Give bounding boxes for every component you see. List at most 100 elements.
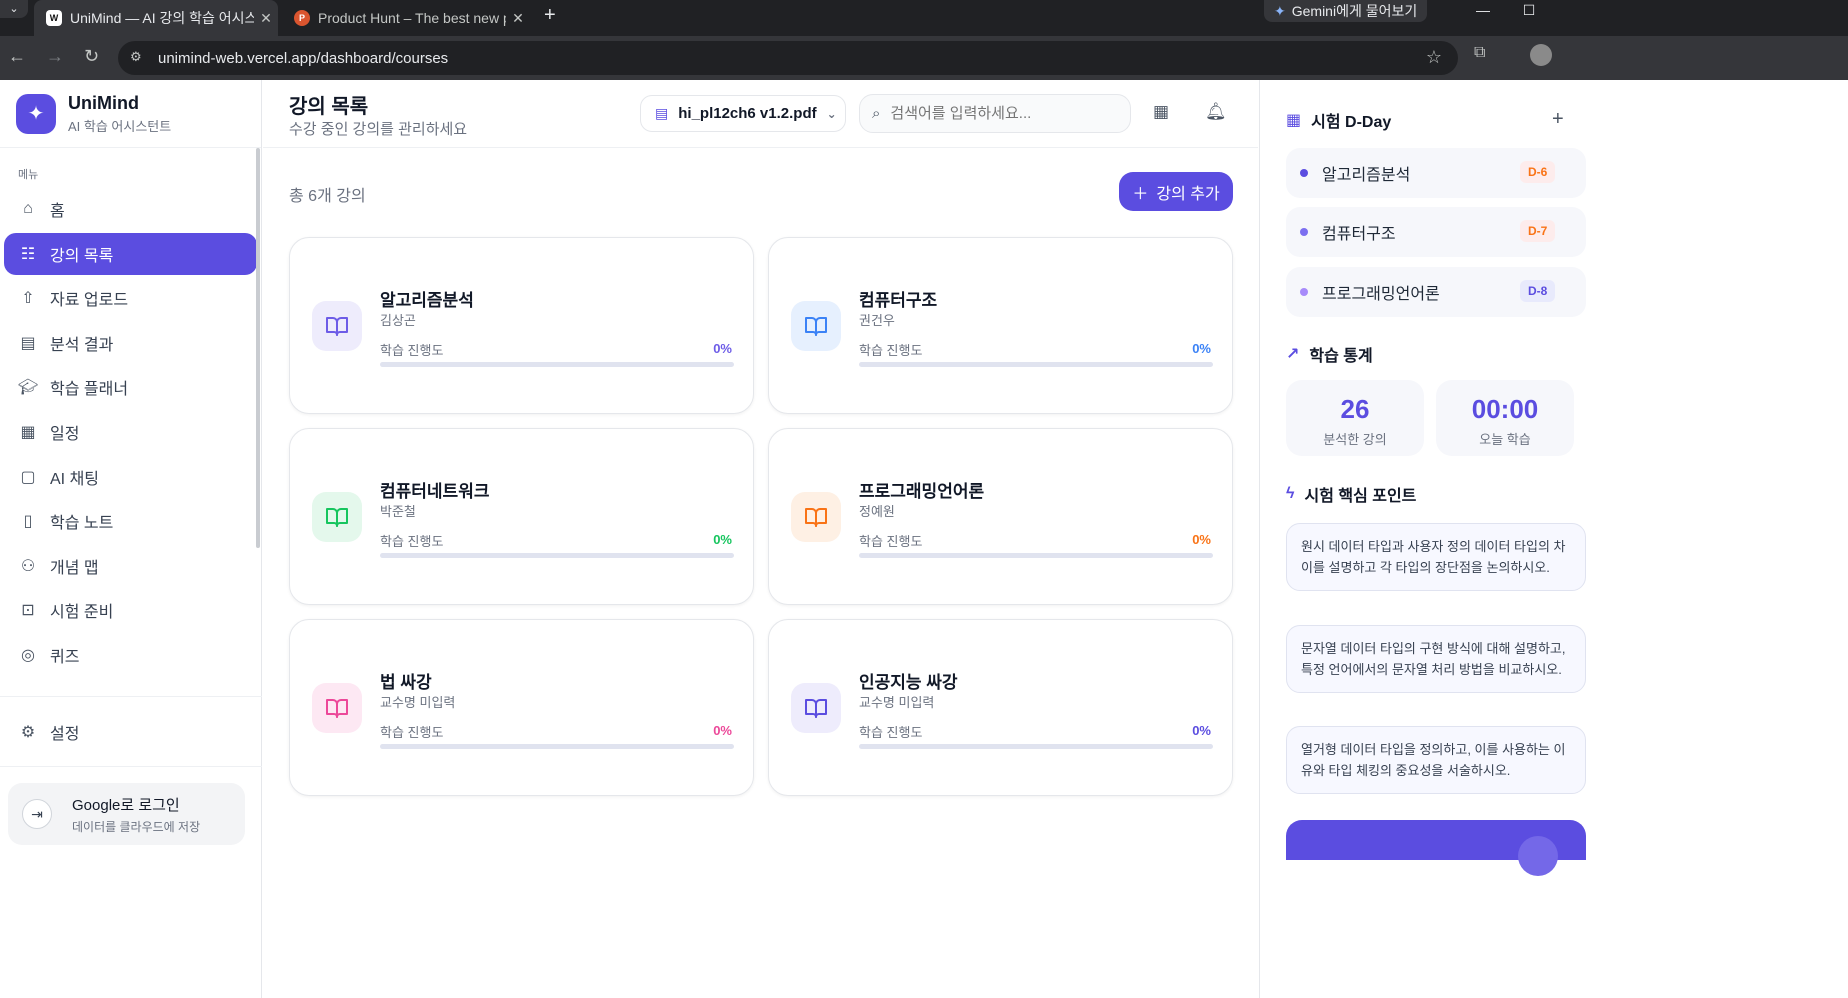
keypoint-card[interactable]: 열거형 데이터 타입을 정의하고, 이를 사용하는 이유와 타입 체킹의 중요성… <box>1286 726 1586 794</box>
stat-card: 00:00 오늘 학습 <box>1436 380 1574 456</box>
target-icon: ◎ <box>21 646 35 664</box>
dday-item[interactable]: 컴퓨터구조 D-7 <box>1286 207 1586 257</box>
sidebar-item-ai-chat[interactable]: ▢ AI 채팅 <box>4 456 257 498</box>
gemini-label: Gemini에게 물어보기 <box>1291 3 1418 19</box>
course-card[interactable]: 컴퓨터네트워크 박준철 학습 진행도 0% <box>289 428 754 605</box>
forward-icon[interactable]: → <box>46 46 64 67</box>
bottom-action-button[interactable] <box>1286 820 1586 876</box>
sidebar-item-notes[interactable]: ▯ 학습 노트 <box>4 500 257 542</box>
calendar-icon[interactable]: ▦ <box>1153 102 1169 122</box>
course-card[interactable]: 법 싸강 교수명 미입력 학습 진행도 0% <box>289 619 754 796</box>
address-bar[interactable]: ⚙ unimind-web.vercel.app/dashboard/cours… <box>118 41 1458 75</box>
new-tab-icon[interactable]: + <box>544 4 556 27</box>
keypoint-card[interactable]: 원시 데이터 타입과 사용자 정의 데이터 타입의 차이를 설명하고 각 타입의… <box>1286 523 1586 591</box>
page-header: 강의 목록 수강 중인 강의를 관리하세요 ▤ hi_pl12ch6 v1.2.… <box>263 80 1258 148</box>
sidebar-item-concept-map[interactable]: ⚇ 개념 맵 <box>4 545 257 587</box>
progress-percent: 0% <box>713 532 732 547</box>
browser-tab-producthunt[interactable]: P Product Hunt – The best new products ✕ <box>282 0 530 36</box>
unimind-favicon: W <box>46 10 62 26</box>
add-course-label: 강의 추가 <box>1156 185 1220 203</box>
progress-bar <box>859 362 1213 367</box>
sidebar-item-label: 퀴즈 <box>50 648 80 666</box>
sidebar-item-upload[interactable]: ⇧ 자료 업로드 <box>4 277 257 319</box>
exam-name: 컴퓨터구조 <box>1322 226 1396 243</box>
stat-value: 26 <box>1340 394 1370 424</box>
google-login-button[interactable]: ⇥ Google로 로그인 데이터를 클라우드에 저장 <box>8 783 245 845</box>
course-card[interactable]: 알고리즘분석 김상곤 학습 진행도 0% <box>289 237 754 414</box>
course-card[interactable]: 컴퓨터구조 권건우 학습 진행도 0% <box>768 237 1233 414</box>
progress-percent: 0% <box>1192 532 1211 547</box>
main-content: 강의 목록 수강 중인 강의를 관리하세요 ▤ hi_pl12ch6 v1.2.… <box>263 80 1258 998</box>
upload-icon: ⇧ <box>21 290 35 308</box>
login-subtitle: 데이터를 클라우드에 저장 <box>72 819 201 834</box>
close-icon[interactable]: ✕ <box>254 10 278 27</box>
producthunt-favicon: P <box>294 10 310 26</box>
dday-item[interactable]: 프로그래밍언어론 D-8 <box>1286 267 1586 317</box>
browser-tab-unimind[interactable]: W UniMind — AI 강의 학습 어시스턴트 ✕ <box>34 0 278 36</box>
search-input[interactable] <box>890 105 1111 122</box>
book-icon <box>312 683 362 733</box>
search-icon: ⌕ <box>872 105 881 122</box>
progress-label: 학습 진행도 <box>380 534 444 549</box>
dday-badge: D-7 <box>1520 220 1556 242</box>
page-title: 강의 목록 <box>289 96 369 118</box>
book-icon <box>791 301 841 351</box>
stat-card: 26 분석한 강의 <box>1286 380 1424 456</box>
bell-icon[interactable]: 🔔︎ <box>1205 102 1227 122</box>
maximize-icon[interactable]: ☐ <box>1506 0 1552 22</box>
exam-dot <box>1300 288 1308 296</box>
browser-tabstrip: ⌄ W UniMind — AI 강의 학습 어시스턴트 ✕ P Product… <box>0 0 1848 36</box>
sidebar-item-home[interactable]: ⌂ 홈 <box>4 188 257 230</box>
search-box[interactable]: ⌕ <box>859 94 1131 133</box>
sidebar-item-exam-prep[interactable]: ⊡ 시험 준비 <box>4 589 257 631</box>
right-panel: ▦ 시험 D-Day + 알고리즘분석 D-6 컴퓨터구조 D-7 프로그래밍언… <box>1259 80 1848 998</box>
sidebar-item-quiz[interactable]: ◎ 퀴즈 <box>4 634 257 676</box>
sidebar-menu: ⌂ 홈 ☷ 강의 목록 ⇧ 자료 업로드 ▤ 분석 결과 🎓︎ 학습 플래너 ▦ 일정 ▢ A… <box>0 188 261 676</box>
gear-icon: ⚙ <box>20 724 36 741</box>
dday-item[interactable]: 알고리즘분석 D-6 <box>1286 148 1586 198</box>
brand[interactable]: ✦ UniMind AI 학습 어시스턴트 <box>0 80 261 148</box>
course-title: 컴퓨터네트워크 <box>380 482 490 501</box>
course-card[interactable]: 인공지능 싸강 교수명 미입력 학습 진행도 0% <box>768 619 1233 796</box>
sidebar-item-courses[interactable]: ☷ 강의 목록 <box>4 232 257 275</box>
progress-label: 학습 진행도 <box>380 725 444 740</box>
note-icon: ▯ <box>23 513 33 531</box>
minimize-icon[interactable]: — <box>1460 0 1506 22</box>
sidebar-item-label: 시험 준비 <box>50 604 114 622</box>
exam-name: 알고리즘분석 <box>1322 167 1411 184</box>
brand-name: UniMind <box>68 92 139 113</box>
action-circle-icon <box>1518 836 1558 876</box>
sidebar-item-label: 개념 맵 <box>50 559 99 577</box>
close-icon[interactable]: ✕ <box>506 10 530 27</box>
tab-title: Product Hunt – The best new products <box>318 10 506 26</box>
extensions-icon[interactable]: ⧉ <box>1474 44 1485 62</box>
dday-badge: D-8 <box>1520 280 1556 302</box>
keypoint-card[interactable]: 문자열 데이터 타입의 구현 방식에 대해 설명하고, 특정 언어에서의 문자열… <box>1286 625 1586 693</box>
sidebar-item-label: 자료 업로드 <box>50 292 129 310</box>
bookmark-star-icon[interactable]: ☆ <box>1426 47 1442 68</box>
sidebar-scrollbar[interactable] <box>256 148 260 548</box>
sidebar-item-schedule[interactable]: ▦ 일정 <box>4 411 257 453</box>
sidebar-item-settings[interactable]: ⚙ 설정 <box>4 711 258 753</box>
sidebar: ✦ UniMind AI 학습 어시스턴트 메뉴 ⌂ 홈 ☷ 강의 목록 ⇧ 자료 업… <box>0 80 262 998</box>
reload-icon[interactable]: ↻ <box>84 46 99 67</box>
course-card[interactable]: 프로그래밍언어론 정예원 학습 진행도 0% <box>768 428 1233 605</box>
sidebar-item-analysis[interactable]: ▤ 분석 결과 <box>4 322 257 364</box>
site-info-icon[interactable]: ⚙ <box>130 49 142 65</box>
sparkle-logo-icon: ✦ <box>16 93 56 134</box>
progress-label: 학습 진행도 <box>859 343 923 358</box>
file-selector[interactable]: ▤ hi_pl12ch6 v1.2.pdf ⌄ <box>640 95 846 132</box>
sidebar-item-planner[interactable]: 🎓︎ 학습 플래너 <box>4 366 257 408</box>
exam-name: 프로그래밍언어론 <box>1322 286 1440 303</box>
profile-avatar[interactable] <box>1530 44 1552 66</box>
tab-search-icon[interactable]: ⌄ <box>0 0 28 18</box>
exam-dot <box>1300 169 1308 177</box>
back-icon[interactable]: ← <box>8 46 26 67</box>
sidebar-item-label: 홈 <box>50 203 65 220</box>
add-course-button[interactable]: ＋ 강의 추가 <box>1119 172 1233 211</box>
progress-label: 학습 진행도 <box>859 725 923 740</box>
gemini-button[interactable]: ✦ Gemini에게 물어보기 <box>1264 0 1428 22</box>
document-icon: ▤ <box>20 334 36 352</box>
add-exam-plus-icon[interactable]: + <box>1552 108 1564 131</box>
sidebar-item-label: 일정 <box>50 425 80 443</box>
